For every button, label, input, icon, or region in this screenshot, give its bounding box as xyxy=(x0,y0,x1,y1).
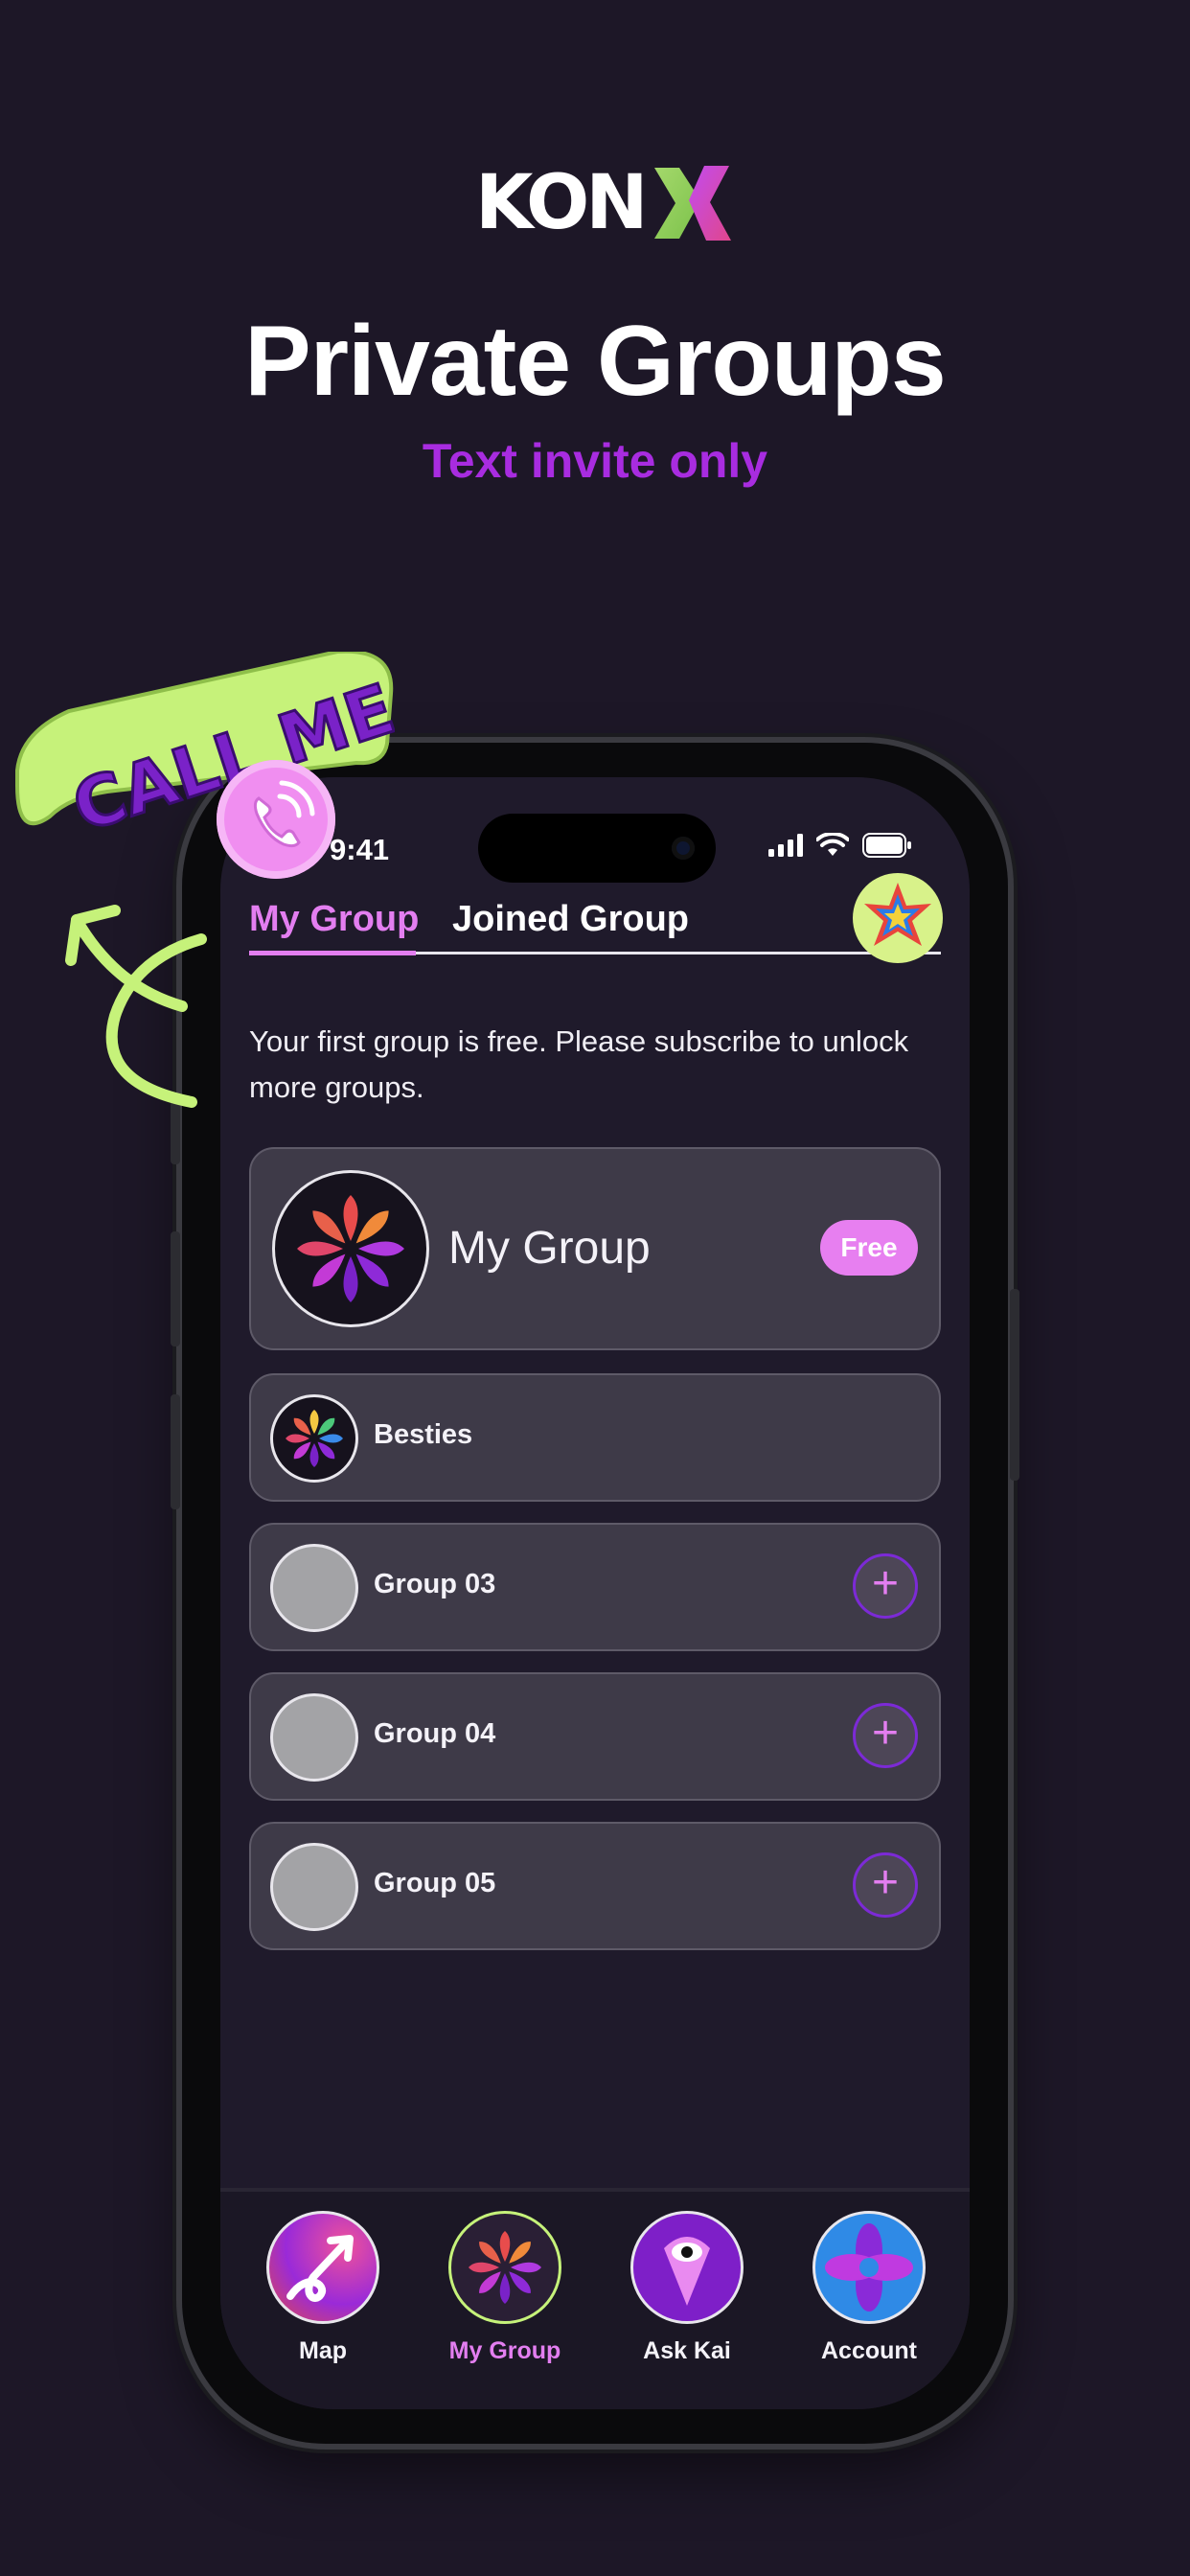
dynamic-island xyxy=(478,814,716,883)
add-group-button[interactable]: + xyxy=(853,1852,918,1918)
nav-item-ask-kai[interactable]: Ask Kai xyxy=(615,2211,759,2365)
nav-item-my-group[interactable]: My Group xyxy=(433,2211,577,2365)
flower-account-icon xyxy=(812,2211,926,2324)
eye-pin-icon xyxy=(630,2211,744,2324)
group-card-group-03[interactable]: Group 03 + xyxy=(249,1523,941,1651)
group-avatar-placeholder xyxy=(270,1544,358,1632)
wifi-icon xyxy=(816,833,849,856)
app-screen: 9:41 My Group Joined Group Your first gr… xyxy=(220,777,970,2409)
group-card-group-04[interactable]: Group 04 + xyxy=(249,1672,941,1801)
logo-text: KON xyxy=(475,160,649,246)
nav-label-my-group: My Group xyxy=(448,2337,561,2364)
add-group-button[interactable]: + xyxy=(853,1553,918,1619)
nav-label-account: Account xyxy=(821,2337,917,2364)
page-subheadline: Text invite only xyxy=(422,434,768,488)
flower-logo-icon xyxy=(297,1195,404,1302)
tab-my-group[interactable]: My Group xyxy=(249,890,419,948)
phone-frame: 9:41 My Group Joined Group Your first gr… xyxy=(171,743,1019,2444)
signal-icon xyxy=(768,834,803,857)
battery-icon xyxy=(862,833,911,858)
group-avatar-placeholder xyxy=(270,1843,358,1931)
nav-label-map: Map xyxy=(299,2337,347,2364)
volume-down-button xyxy=(171,1394,180,1509)
page-headline: Private Groups xyxy=(244,306,947,417)
nav-item-map[interactable]: Map xyxy=(251,2211,395,2365)
volume-up-button xyxy=(171,1231,180,1346)
plus-icon: + xyxy=(871,1708,900,1759)
group-card-besties[interactable]: Besties xyxy=(249,1373,941,1502)
add-group-button[interactable]: + xyxy=(853,1703,918,1768)
logo-x-icon xyxy=(653,166,731,241)
power-button xyxy=(1010,1289,1019,1481)
map-arrow-icon xyxy=(266,2211,379,2324)
tab-active-indicator xyxy=(249,951,416,955)
subscription-notice: Your first group is free. Please subscri… xyxy=(249,1024,909,1104)
group-card-my-group[interactable]: My Group Free xyxy=(249,1147,941,1350)
flower-logo-icon xyxy=(286,1410,343,1467)
bottom-nav: Map My Group Ask Kai Account xyxy=(220,2188,970,2409)
status-icons xyxy=(768,833,912,858)
group-avatar-placeholder xyxy=(270,1693,358,1782)
group-name: Besties xyxy=(374,1419,473,1450)
free-badge: Free xyxy=(820,1220,918,1276)
plus-icon: + xyxy=(871,1558,900,1609)
tab-joined-group[interactable]: Joined Group xyxy=(452,890,689,948)
group-name: Group 03 xyxy=(374,1569,496,1599)
group-avatar xyxy=(270,1394,358,1483)
flower-logo-icon xyxy=(448,2211,561,2324)
phone-icon xyxy=(253,780,315,848)
phone-call-sticker xyxy=(217,760,335,879)
nav-item-account[interactable]: Account xyxy=(797,2211,941,2365)
plus-icon: + xyxy=(871,1857,900,1908)
kon-logo: KON xyxy=(475,161,753,245)
profile-avatar[interactable] xyxy=(853,873,943,963)
group-avatar xyxy=(272,1170,429,1327)
star-icon xyxy=(864,883,931,946)
group-tabs: My Group Joined Group xyxy=(249,873,943,963)
call-me-sticker: CALL ME xyxy=(15,652,395,843)
group-card-group-05[interactable]: Group 05 + xyxy=(249,1822,941,1950)
group-name: My Group xyxy=(448,1223,651,1274)
group-name: Group 04 xyxy=(374,1718,496,1749)
group-name: Group 05 xyxy=(374,1868,496,1898)
arrow-doodle-icon xyxy=(65,905,207,1108)
nav-label-ask-kai: Ask Kai xyxy=(643,2337,731,2364)
